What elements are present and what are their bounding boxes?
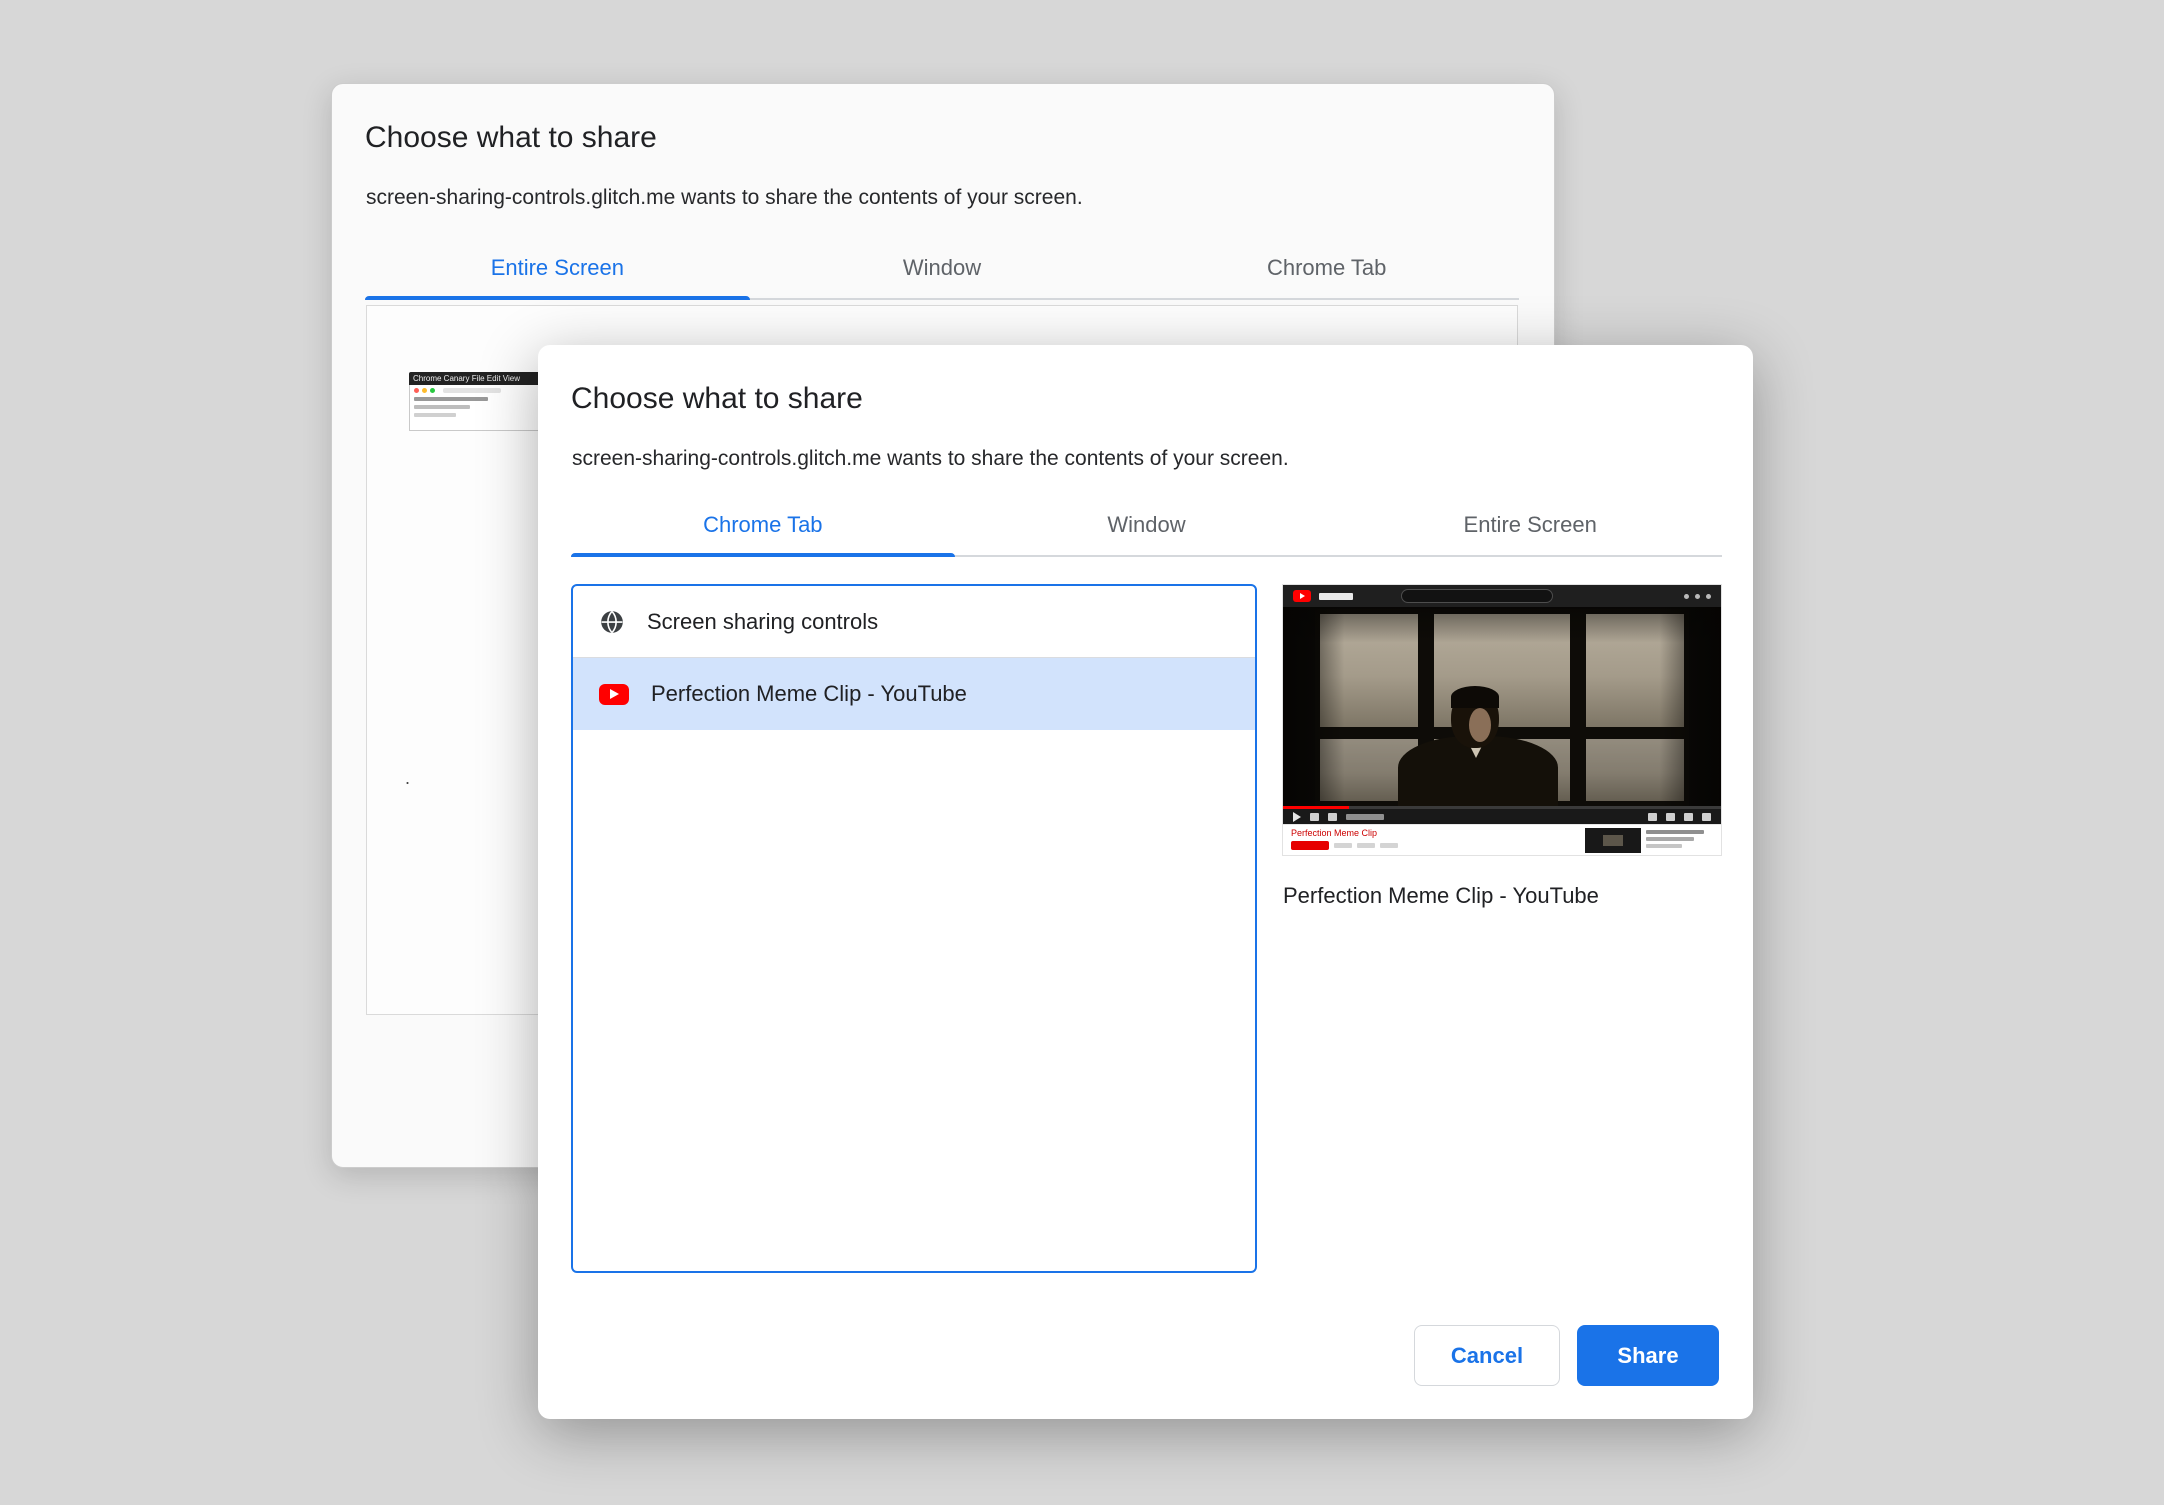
youtube-wordmark xyxy=(1319,592,1353,600)
volume-icon xyxy=(1328,812,1337,821)
tab-preview-thumbnail: Perfection Meme Clip xyxy=(1283,585,1721,855)
share-button[interactable]: Share xyxy=(1577,1325,1719,1386)
mini-text-line xyxy=(414,397,488,401)
related-video xyxy=(1585,828,1713,853)
stray-period: . xyxy=(405,768,411,788)
save-chip xyxy=(1380,843,1398,848)
search-bar xyxy=(1401,589,1553,603)
close-dot-icon xyxy=(414,388,419,393)
header-dot-icon xyxy=(1706,593,1711,599)
preview-caption: Perfection Meme Clip - YouTube xyxy=(1283,883,1599,908)
header-buttons xyxy=(1684,593,1711,599)
tab-title: Perfection Meme Clip - YouTube xyxy=(651,681,967,706)
mini-text-line xyxy=(414,405,470,409)
cancel-button[interactable]: Cancel xyxy=(1414,1325,1560,1386)
mini-browser-window xyxy=(409,385,543,431)
tab-title: Screen sharing controls xyxy=(647,608,879,634)
player-controls xyxy=(1283,806,1721,824)
header-dot-icon xyxy=(1695,593,1700,599)
share-surface-tabs: Entire Screen Window Chrome Tab xyxy=(365,234,1519,300)
video-title: Perfection Meme Clip xyxy=(1291,828,1378,838)
tab-label: Entire Screen xyxy=(490,255,624,280)
header-dot-icon xyxy=(1684,593,1689,599)
progress-fill xyxy=(1283,806,1349,809)
tab-chrome-tab[interactable]: Chrome Tab xyxy=(1134,234,1519,298)
progress-bar xyxy=(1283,806,1721,809)
dialog-title: Choose what to share xyxy=(571,382,863,415)
related-thumbnail xyxy=(1585,828,1641,853)
tab-window[interactable]: Window xyxy=(955,491,1339,555)
dialog-title: Choose what to share xyxy=(365,121,657,154)
youtube-header xyxy=(1283,585,1721,607)
share-surface-tabs: Chrome Tab Window Entire Screen xyxy=(571,491,1722,557)
minimize-dot-icon xyxy=(422,388,427,393)
play-triangle-icon xyxy=(609,689,619,699)
tab-label: Entire Screen xyxy=(1463,512,1597,537)
list-item-youtube-tab[interactable]: Perfection Meme Clip - YouTube xyxy=(573,658,1255,730)
tab-label: Window xyxy=(1107,512,1186,537)
time-display xyxy=(1346,813,1384,820)
share-dialog: Choose what to share screen-sharing-cont… xyxy=(538,345,1753,1419)
tab-entire-screen[interactable]: Entire Screen xyxy=(365,234,750,300)
tab-list: Screen sharing controls Perfection Meme … xyxy=(571,584,1257,1273)
video-meta: Perfection Meme Clip xyxy=(1291,828,1575,852)
mini-menubar: Chrome Canary File Edit View xyxy=(409,372,543,385)
page-below-player: Perfection Meme Clip xyxy=(1283,824,1721,855)
tab-label: Chrome Tab xyxy=(703,512,823,537)
window-traffic-lights xyxy=(414,388,538,393)
like-chip xyxy=(1334,843,1352,848)
video-frame xyxy=(1283,607,1721,806)
dialog-subtitle: screen-sharing-controls.glitch.me wants … xyxy=(366,186,1083,209)
mini-address-bar xyxy=(443,388,501,393)
mini-text-line xyxy=(414,413,456,417)
fullscreen-icon xyxy=(1702,812,1711,821)
theater-icon xyxy=(1684,812,1693,821)
settings-icon xyxy=(1666,812,1675,821)
subscribe-button xyxy=(1291,841,1329,850)
next-icon xyxy=(1310,812,1319,821)
related-text-lines xyxy=(1646,828,1704,852)
globe-icon xyxy=(601,610,623,633)
play-icon xyxy=(1293,811,1301,822)
share-chip xyxy=(1357,843,1375,848)
vignette-overlay xyxy=(1283,607,1721,806)
entire-screen-thumbnail[interactable]: Chrome Canary File Edit View xyxy=(409,372,543,431)
tab-entire-screen[interactable]: Entire Screen xyxy=(1338,491,1722,555)
maximize-dot-icon xyxy=(430,388,435,393)
tab-label: Window xyxy=(902,255,982,280)
tab-window[interactable]: Window xyxy=(750,234,1135,298)
dialog-subtitle: screen-sharing-controls.glitch.me wants … xyxy=(572,447,1289,470)
youtube-icon xyxy=(599,683,629,705)
tab-chrome-tab[interactable]: Chrome Tab xyxy=(571,491,955,557)
tab-label: Chrome Tab xyxy=(1266,255,1387,280)
youtube-logo-icon xyxy=(1293,590,1311,602)
list-item-screen-sharing-controls[interactable]: Screen sharing controls xyxy=(573,586,1255,658)
captions-icon xyxy=(1648,812,1657,821)
